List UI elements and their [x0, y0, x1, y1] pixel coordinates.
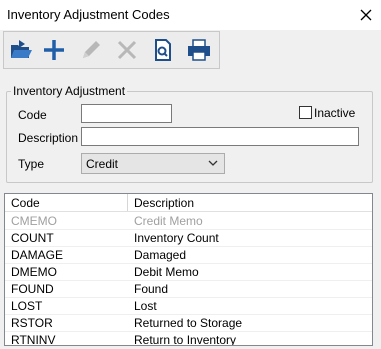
description-input[interactable]	[81, 127, 359, 146]
table-row[interactable]: RTNINV Return to Inventory	[5, 331, 372, 346]
code-input[interactable]	[81, 104, 172, 123]
plus-icon	[44, 40, 64, 60]
type-selected-value: Credit	[86, 157, 119, 171]
table-row[interactable]: LOST Lost	[5, 297, 372, 315]
column-header-code[interactable]: Code	[11, 196, 40, 210]
type-select[interactable]: Credit	[81, 153, 225, 174]
cell-description: Damaged	[134, 248, 187, 262]
x-icon	[117, 40, 137, 60]
cell-code: DAMAGE	[11, 248, 64, 262]
cell-code: LOST	[11, 299, 43, 313]
code-label: Code	[18, 108, 47, 122]
inactive-label: Inactive	[314, 106, 356, 120]
add-button[interactable]	[40, 36, 68, 64]
table-row[interactable]: RSTOR Returned to Storage	[5, 314, 372, 332]
codes-table: Code Description CMEMO Credit Memo COUNT In…	[4, 193, 373, 346]
print-button[interactable]	[185, 36, 213, 64]
window-title: Inventory Adjustment Codes	[7, 7, 170, 22]
column-header-description[interactable]: Description	[134, 196, 194, 210]
cell-description: Return to Inventory	[134, 333, 237, 346]
description-label: Description	[18, 131, 79, 145]
cell-description: Credit Memo	[134, 214, 203, 228]
cell-code: DMEMO	[11, 265, 57, 279]
chevron-down-icon	[208, 160, 218, 166]
column-divider[interactable]	[127, 194, 128, 211]
cell-code: FOUND	[11, 282, 54, 296]
cell-description: Debit Memo	[134, 265, 199, 279]
cell-code: CMEMO	[11, 214, 57, 228]
table-header: Code Description	[5, 194, 372, 212]
close-button[interactable]	[351, 0, 381, 30]
open-folder-icon	[11, 40, 32, 58]
type-label: Type	[18, 157, 45, 171]
inactive-checkbox[interactable]	[299, 106, 312, 119]
delete-button[interactable]	[113, 36, 141, 64]
table-row[interactable]: DMEMO Debit Memo	[5, 263, 372, 281]
pencil-icon	[83, 41, 100, 58]
print-preview-button[interactable]	[149, 36, 177, 64]
printer-icon	[188, 39, 210, 61]
cell-description: Found	[134, 282, 169, 296]
cell-description: Lost	[134, 299, 157, 313]
cell-description: Inventory Count	[134, 231, 219, 245]
title-bar: Inventory Adjustment Codes	[0, 0, 381, 30]
close-icon	[360, 9, 372, 21]
edit-button[interactable]	[77, 36, 105, 64]
open-button[interactable]	[7, 36, 35, 64]
table-row[interactable]: DAMAGE Damaged	[5, 246, 372, 264]
toolbar	[3, 31, 220, 69]
cell-code: COUNT	[11, 231, 54, 245]
cell-code: RSTOR	[11, 316, 53, 330]
cell-code: RTNINV	[11, 333, 56, 346]
table-row[interactable]: FOUND Found	[5, 280, 372, 298]
table-row[interactable]: COUNT Inventory Count	[5, 229, 372, 247]
group-title: Inventory Adjustment	[11, 84, 128, 98]
cell-description: Returned to Storage	[134, 316, 243, 330]
table-row[interactable]: CMEMO Credit Memo	[5, 212, 372, 230]
print-preview-icon	[155, 39, 171, 61]
